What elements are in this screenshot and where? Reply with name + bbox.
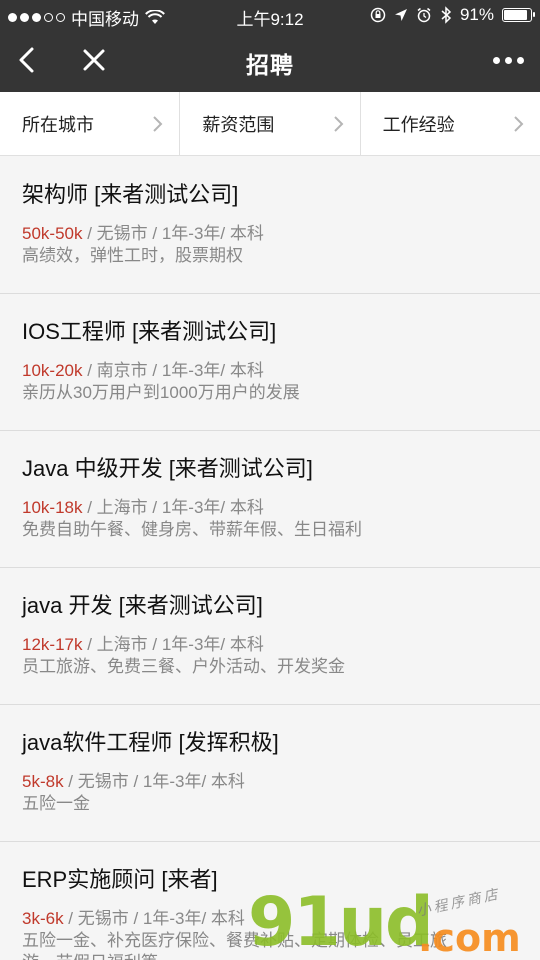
page-title: 招聘: [246, 52, 294, 78]
job-title: IOS工程师 [来者测试公司]: [22, 319, 277, 344]
status-bar: 中国移动 上午9:12 91%: [0, 0, 540, 30]
job-salary: 5k-8k: [22, 772, 64, 791]
job-list-item[interactable]: IOS工程师 [来者测试公司] 10k-20k / 南京市 / 1年-3年/ 本…: [0, 294, 540, 431]
rotation-lock-icon: [370, 7, 386, 23]
job-meta: 50k-50k / 无锡市 / 1年-3年/ 本科: [22, 223, 518, 245]
job-details: / 无锡市 / 1年-3年/ 本科: [63, 772, 245, 791]
job-salary: 12k-17k: [22, 635, 83, 654]
job-salary: 50k-50k: [22, 224, 83, 243]
job-meta: 10k-18k / 上海市 / 1年-3年/ 本科: [22, 497, 518, 519]
job-title: java 开发 [来者测试公司]: [22, 593, 263, 618]
job-perks: 五险一金: [22, 794, 90, 813]
job-list-item[interactable]: java 开发 [来者测试公司] 12k-17k / 上海市 / 1年-3年/ …: [0, 568, 540, 705]
nav-bar: 招聘: [0, 30, 540, 92]
job-salary: 10k-18k: [22, 498, 83, 517]
job-details: / 上海市 / 1年-3年/ 本科: [82, 635, 264, 654]
job-details: / 无锡市 / 1年-3年/ 本科: [82, 224, 264, 243]
job-meta: 10k-20k / 南京市 / 1年-3年/ 本科: [22, 360, 518, 382]
filter-city-label: 所在城市: [22, 114, 94, 135]
job-meta: 12k-17k / 上海市 / 1年-3年/ 本科: [22, 634, 518, 656]
job-details: / 南京市 / 1年-3年/ 本科: [82, 361, 264, 380]
status-right: 91%: [370, 5, 535, 25]
location-icon: [394, 9, 407, 21]
filter-salary-label: 薪资范围: [202, 114, 275, 135]
job-perks: 亲历从30万用户到1000万用户的发展: [22, 383, 300, 402]
bluetooth-icon: [441, 6, 452, 24]
job-salary: 10k-20k: [22, 361, 83, 380]
job-perks: 员工旅游、免费三餐、户外活动、开发奖金: [22, 657, 345, 676]
job-title: java软件工程师 [发挥积极]: [22, 730, 279, 755]
job-details: / 无锡市 / 1年-3年/ 本科: [63, 909, 245, 928]
filter-bar: 所在城市 薪资范围 工作经验: [0, 92, 540, 156]
job-list-item[interactable]: ERP实施顾问 [来者] 3k-6k / 无锡市 / 1年-3年/ 本科 五险一…: [0, 842, 540, 960]
more-options-icon[interactable]: [493, 50, 524, 70]
job-list: 架构师 [来者测试公司] 50k-50k / 无锡市 / 1年-3年/ 本科 高…: [0, 157, 540, 960]
filter-experience-label: 工作经验: [382, 114, 455, 135]
battery-percent: 91%: [459, 5, 494, 24]
job-perks: 五险一金、补充医疗保险、餐费补贴、定期体检、员工旅: [22, 931, 447, 950]
filter-city[interactable]: 所在城市: [0, 92, 181, 155]
battery-icon: [502, 8, 535, 22]
job-meta: 3k-6k / 无锡市 / 1年-3年/ 本科: [22, 908, 518, 930]
job-perks: 高绩效，弹性工时，股票期权: [22, 246, 243, 265]
alarm-icon: [417, 7, 431, 23]
filter-experience[interactable]: 工作经验: [361, 92, 540, 155]
chevron-right-icon: [514, 116, 524, 132]
job-perks-continued: 游、节假日福利等: [22, 952, 518, 960]
job-title: 架构师 [来者测试公司]: [22, 182, 239, 207]
job-list-item[interactable]: Java 中级开发 [来者测试公司] 10k-18k / 上海市 / 1年-3年…: [0, 431, 540, 568]
job-perks: 免费自助午餐、健身房、带薪年假、生日福利: [22, 520, 362, 539]
job-title: Java 中级开发 [来者测试公司]: [22, 456, 313, 481]
filter-salary[interactable]: 薪资范围: [180, 92, 361, 155]
job-details: / 上海市 / 1年-3年/ 本科: [82, 498, 264, 517]
job-title: ERP实施顾问 [来者]: [22, 867, 218, 892]
job-list-item[interactable]: java软件工程师 [发挥积极] 5k-8k / 无锡市 / 1年-3年/ 本科…: [0, 705, 540, 842]
job-salary: 3k-6k: [22, 909, 64, 928]
chevron-right-icon: [153, 116, 163, 132]
chevron-right-icon: [333, 116, 344, 132]
job-meta: 5k-8k / 无锡市 / 1年-3年/ 本科: [22, 771, 518, 793]
job-list-item[interactable]: 架构师 [来者测试公司] 50k-50k / 无锡市 / 1年-3年/ 本科 高…: [0, 157, 540, 294]
